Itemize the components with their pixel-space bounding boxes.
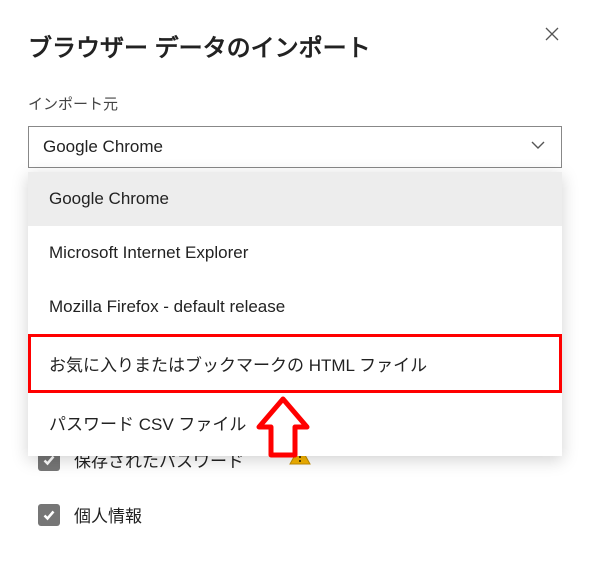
source-option[interactable]: Google Chrome (28, 172, 562, 226)
checkbox-personal-info[interactable] (38, 504, 60, 526)
option-label: お気に入りまたはブックマークの HTML ファイル (49, 356, 427, 375)
close-icon (544, 26, 560, 42)
option-label: Microsoft Internet Explorer (49, 243, 248, 262)
source-selected-value: Google Chrome (43, 137, 163, 157)
check-icon (42, 508, 56, 522)
source-label: インポート元 (28, 93, 562, 114)
close-button[interactable] (540, 22, 564, 46)
option-label: パスワード CSV ファイル (49, 415, 246, 434)
option-label: Mozilla Firefox - default release (49, 297, 285, 316)
source-option[interactable]: Microsoft Internet Explorer (28, 226, 562, 280)
source-option[interactable]: Mozilla Firefox - default release (28, 280, 562, 334)
chevron-down-icon (529, 136, 547, 159)
option-label: Google Chrome (49, 189, 169, 208)
import-dialog: ブラウザー データのインポート インポート元 Google Chrome Goo… (0, 0, 590, 527)
checkbox-label: 個人情報 (74, 502, 142, 527)
source-option-highlighted[interactable]: お気に入りまたはブックマークの HTML ファイル (28, 334, 562, 393)
source-dropdown: Google Chrome Microsoft Internet Explore… (28, 172, 562, 456)
dialog-title: ブラウザー データのインポート (28, 28, 562, 63)
source-combobox[interactable]: Google Chrome (28, 126, 562, 168)
checkbox-row-personal-info: 個人情報 (38, 502, 562, 527)
checkbox-section: 保存されたパスワード 個人情報 (28, 447, 562, 527)
source-option[interactable]: パスワード CSV ファイル (28, 393, 562, 452)
